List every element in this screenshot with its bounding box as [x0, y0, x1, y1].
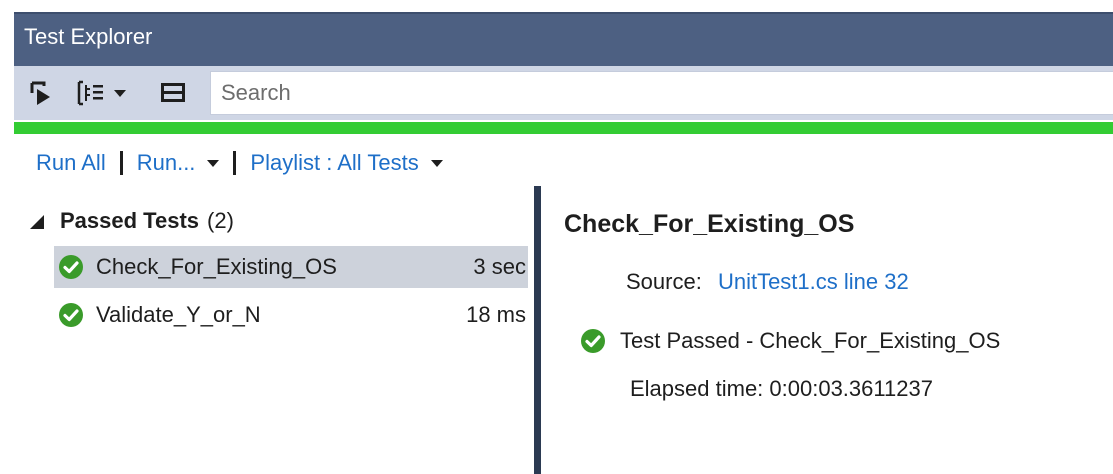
search-box[interactable]	[210, 71, 1113, 115]
detail-test-title: Check_For_Existing_OS	[564, 210, 855, 238]
frame-top	[0, 0, 1113, 12]
passed-check-icon	[580, 328, 606, 354]
separator	[119, 151, 123, 175]
frame-left	[0, 0, 14, 474]
source-label: Source:	[626, 269, 702, 294]
separator	[233, 151, 237, 175]
result-text: Test Passed - Check_For_Existing_OS	[620, 328, 1001, 353]
test-name: Validate_Y_or_N	[96, 302, 261, 327]
command-bar: Run All Run... Playlist : All Tests	[36, 147, 443, 179]
playlist-settings-icon[interactable]	[156, 76, 190, 110]
elapsed-time: Elapsed time: 0:00:03.3611237	[630, 376, 933, 401]
playlist-dropdown[interactable]: Playlist : All Tests	[250, 150, 443, 176]
run-tests-icon[interactable]	[26, 76, 56, 110]
test-progress-bar	[14, 122, 1113, 134]
run-all-link[interactable]: Run All	[36, 150, 106, 176]
run-dropdown[interactable]: Run...	[137, 150, 220, 176]
passed-check-icon	[58, 254, 84, 280]
source-link[interactable]: UnitTest1.cs line 32	[718, 269, 909, 294]
chevron-down-icon	[430, 159, 443, 167]
passed-tests-group-header[interactable]: Passed Tests (2)	[30, 208, 234, 234]
playlist-dropdown-label: Playlist : All Tests	[250, 150, 419, 175]
test-name: Check_For_Existing_OS	[96, 254, 337, 279]
detail-result: Test Passed - Check_For_Existing_OS	[580, 328, 1000, 354]
group-by-icon[interactable]	[76, 76, 130, 110]
test-explorer-window: Test Explorer Search Run All Run... Play…	[0, 0, 1113, 474]
test-row-validate-y-or-n[interactable]: Validate_Y_or_N 18 ms	[54, 294, 528, 336]
expand-collapse-icon[interactable]	[30, 215, 44, 229]
pane-splitter[interactable]	[534, 186, 541, 474]
window-title: Test Explorer	[24, 24, 153, 49]
progress-fill	[14, 122, 1113, 134]
group-name: Passed Tests	[60, 208, 200, 233]
title-bar: Test Explorer	[14, 12, 1113, 66]
toolbar	[14, 66, 1113, 120]
test-row-check-for-existing-os[interactable]: Check_For_Existing_OS 3 sec	[54, 246, 528, 288]
group-count: (2)	[207, 208, 234, 233]
search-input[interactable]	[211, 72, 1113, 114]
test-duration: 18 ms	[466, 302, 526, 327]
detail-source: Source: UnitTest1.cs line 32	[626, 269, 909, 295]
run-dropdown-label: Run...	[136, 150, 196, 175]
test-duration: 3 sec	[473, 254, 526, 279]
passed-check-icon	[58, 302, 84, 328]
chevron-down-icon	[207, 159, 220, 167]
